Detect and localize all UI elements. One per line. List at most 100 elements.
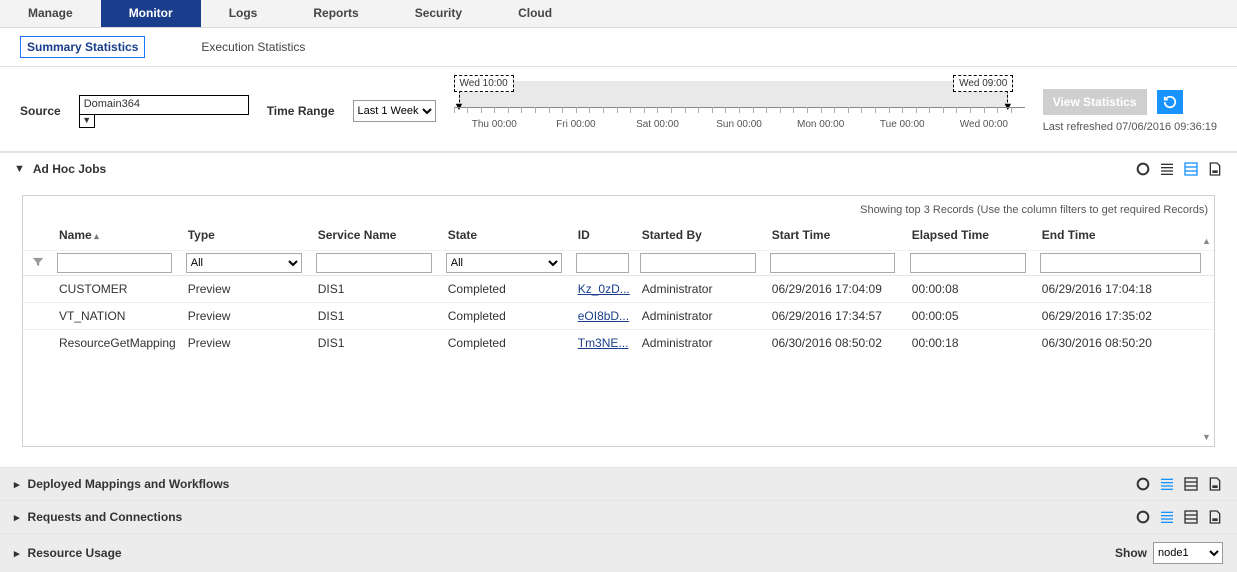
show-node-select[interactable]: node1 — [1153, 542, 1223, 564]
filter-id-input[interactable] — [576, 253, 629, 273]
tab-manage[interactable]: Manage — [0, 0, 101, 27]
timeline-tick-label: Mon 00:00 — [780, 119, 862, 130]
timeline-end-marker[interactable]: Wed 09:00 — [953, 75, 1013, 92]
cell-service: DIS1 — [312, 276, 442, 303]
table-row[interactable]: VT_NATION Preview DIS1 Completed eOI8bD.… — [23, 303, 1214, 330]
filter-elapsed-input[interactable] — [910, 253, 1026, 273]
cell-elapsed: 00:00:05 — [906, 303, 1036, 330]
tab-logs[interactable]: Logs — [201, 0, 286, 27]
table-row[interactable]: CUSTOMER Preview DIS1 Completed Kz_0zD..… — [23, 276, 1214, 303]
cell-elapsed: 00:00:08 — [906, 276, 1036, 303]
filter-endtime-input[interactable] — [1040, 253, 1202, 273]
export-icon[interactable] — [1207, 476, 1223, 492]
list-dense-icon[interactable] — [1159, 509, 1175, 525]
timeline[interactable]: Wed 10:00 ▼ Wed 09:00 ▼ Thu 00:00 Fri 00… — [454, 81, 1025, 141]
timeline-tick-label: Wed 00:00 — [943, 119, 1025, 130]
col-start-time[interactable]: Start Time — [766, 220, 906, 251]
list-detail-icon[interactable] — [1183, 476, 1199, 492]
adhoc-jobs-table: Name Type Service Name State ID Started … — [23, 220, 1214, 446]
col-started-by[interactable]: Started By — [636, 220, 766, 251]
source-input[interactable]: Domain364 — [79, 95, 249, 115]
top-nav: Manage Monitor Logs Reports Security Clo… — [0, 0, 1237, 28]
chart-icon[interactable] — [1135, 509, 1151, 525]
cell-name: CUSTOMER — [53, 276, 182, 303]
cell-startedby: Administrator — [636, 330, 766, 357]
cell-id-link[interactable]: eOI8bD... — [578, 309, 629, 323]
view-statistics-button[interactable]: View Statistics — [1043, 89, 1147, 115]
timeline-track — [454, 107, 1025, 119]
right-controls: View Statistics Last refreshed 07/06/201… — [1043, 89, 1217, 133]
cell-endtime: 06/29/2016 17:35:02 — [1036, 303, 1214, 330]
panel-title: Requests and Connections — [28, 510, 183, 524]
cell-id-link[interactable]: Tm3NE... — [578, 336, 629, 350]
list-dense-icon[interactable] — [1159, 161, 1175, 177]
cell-starttime: 06/29/2016 17:34:57 — [766, 303, 906, 330]
col-state[interactable]: State — [442, 220, 572, 251]
col-id[interactable]: ID — [572, 220, 636, 251]
col-service-name[interactable]: Service Name — [312, 220, 442, 251]
cell-type: Preview — [182, 303, 312, 330]
scrollbar[interactable]: ▲ ▼ — [1202, 236, 1212, 442]
timeline-tick-label: Tue 00:00 — [861, 119, 943, 130]
tab-reports[interactable]: Reports — [285, 0, 386, 27]
timeline-selection[interactable] — [459, 81, 1007, 107]
export-icon[interactable] — [1207, 509, 1223, 525]
timerange-select[interactable]: Last 1 Week — [353, 100, 436, 122]
filter-service-input[interactable] — [316, 253, 432, 273]
filter-type-select[interactable]: All — [186, 253, 302, 273]
timeline-tick-label: Fri 00:00 — [535, 119, 617, 130]
cell-service: DIS1 — [312, 330, 442, 357]
filter-toggle-icon[interactable] — [23, 251, 53, 276]
panel-header-adhoc[interactable]: ▼ Ad Hoc Jobs — [0, 153, 1237, 185]
col-elapsed-time[interactable]: Elapsed Time — [906, 220, 1036, 251]
panel-header-resource[interactable]: ▸ Resource Usage Show node1 — [0, 534, 1237, 572]
last-refreshed-text: Last refreshed 07/06/2016 09:36:19 — [1043, 121, 1217, 133]
filter-name-input[interactable] — [57, 253, 172, 273]
timeline-labels: Thu 00:00 Fri 00:00 Sat 00:00 Sun 00:00 … — [454, 119, 1025, 130]
filter-state-select[interactable]: All — [446, 253, 562, 273]
col-type[interactable]: Type — [182, 220, 312, 251]
list-detail-icon[interactable] — [1183, 509, 1199, 525]
panel-resource-usage: ▸ Resource Usage Show node1 — [0, 533, 1237, 572]
sub-tabs: Summary Statistics Execution Statistics — [0, 28, 1237, 67]
cell-state: Completed — [442, 303, 572, 330]
chart-icon[interactable] — [1135, 161, 1151, 177]
cell-startedby: Administrator — [636, 303, 766, 330]
cell-id-link[interactable]: Kz_0zD... — [578, 282, 630, 296]
panel-header-deployed[interactable]: ▸ Deployed Mappings and Workflows — [0, 468, 1237, 500]
filter-startedby-input[interactable] — [640, 253, 756, 273]
filter-starttime-input[interactable] — [770, 253, 895, 273]
cell-starttime: 06/30/2016 08:50:02 — [766, 330, 906, 357]
show-label: Show — [1115, 546, 1147, 560]
records-note: Showing top 3 Records (Use the column fi… — [23, 196, 1214, 220]
timeline-tick-label: Sun 00:00 — [698, 119, 780, 130]
col-end-time[interactable]: End Time — [1036, 220, 1214, 251]
filter-bar: Source Domain364 ▼ Time Range Last 1 Wee… — [0, 67, 1237, 152]
cell-state: Completed — [442, 330, 572, 357]
cell-name: VT_NATION — [53, 303, 182, 330]
cell-name: ResourceGetMapping — [53, 330, 182, 357]
source-dropdown-toggle[interactable]: ▼ — [79, 114, 95, 128]
table-row[interactable]: ResourceGetMapping Preview DIS1 Complete… — [23, 330, 1214, 357]
panel-header-requests[interactable]: ▸ Requests and Connections — [0, 501, 1237, 533]
chart-icon[interactable] — [1135, 476, 1151, 492]
list-dense-icon[interactable] — [1159, 476, 1175, 492]
timerange-label: Time Range — [267, 104, 335, 118]
chevron-right-icon: ▸ — [14, 511, 20, 524]
subtab-execution-statistics[interactable]: Execution Statistics — [195, 36, 311, 58]
refresh-icon — [1163, 95, 1177, 109]
scroll-down-icon[interactable]: ▼ — [1202, 432, 1211, 442]
tab-monitor[interactable]: Monitor — [101, 0, 201, 27]
panel-adhoc-jobs: ▼ Ad Hoc Jobs Showing top 3 Records (Use… — [0, 152, 1237, 467]
col-name[interactable]: Name — [53, 220, 182, 251]
refresh-button[interactable] — [1157, 90, 1183, 114]
scroll-up-icon[interactable]: ▲ — [1202, 236, 1211, 246]
export-icon[interactable] — [1207, 161, 1223, 177]
cell-service: DIS1 — [312, 303, 442, 330]
list-detail-icon[interactable] — [1183, 161, 1199, 177]
source-select-wrap: Domain364 ▼ — [79, 95, 249, 128]
tab-security[interactable]: Security — [387, 0, 490, 27]
tab-cloud[interactable]: Cloud — [490, 0, 580, 27]
subtab-summary-statistics[interactable]: Summary Statistics — [20, 36, 145, 58]
timeline-start-marker[interactable]: Wed 10:00 — [454, 75, 514, 92]
